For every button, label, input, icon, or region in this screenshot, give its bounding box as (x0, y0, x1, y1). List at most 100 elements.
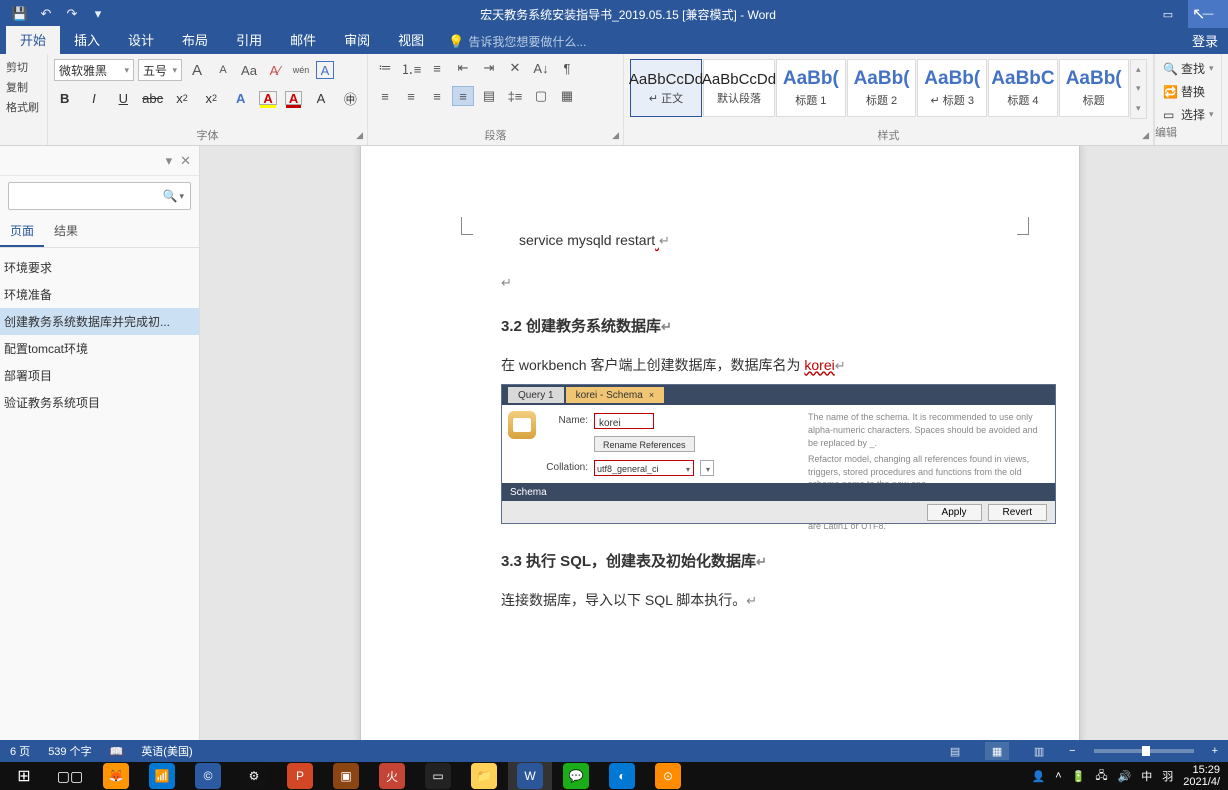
char-border-button[interactable]: A (316, 61, 334, 79)
nav-item[interactable]: 验证教务系统项目 (0, 389, 199, 416)
style-default-para[interactable]: AaBbCcDd默认段落 (703, 59, 775, 117)
tab-layout[interactable]: 布局 (168, 26, 222, 54)
strike-button[interactable]: abc (142, 89, 163, 107)
distribute-button[interactable]: ▤ (478, 86, 500, 106)
search-dropdown-icon[interactable]: ▾ (179, 191, 184, 202)
document-page[interactable]: service mysqld restart ↵ ↵ 3.2 创建教务系统数据库… (360, 146, 1080, 740)
volume-icon[interactable]: 🔊 (1118, 770, 1132, 783)
multilevel-button[interactable]: ≡ (426, 58, 448, 78)
tab-references[interactable]: 引用 (222, 26, 276, 54)
shrink-font-button[interactable]: A (212, 59, 234, 81)
doc-paragraph[interactable]: 在 workbench 客户端上创建数据库，数据库名为 korei↵ (501, 352, 1019, 379)
tab-insert[interactable]: 插入 (60, 26, 114, 54)
nav-close-icon[interactable]: ✕ (180, 153, 191, 169)
font-size-combo[interactable]: 五号▾ (138, 59, 182, 81)
highlight-color-button[interactable]: A (259, 91, 277, 105)
nav-tab-pages[interactable]: 页面 (0, 216, 44, 247)
paragraph-dialog-launcher[interactable]: ◢ (612, 130, 619, 141)
doc-heading-3-3[interactable]: 3.3 执行 SQL，创建表及初始化数据库↵ (501, 548, 1019, 577)
doc-paragraph[interactable]: 连接数据库，导入以下 SQL 脚本执行。↵ (501, 587, 1019, 614)
doc-line[interactable]: service mysqld restart ↵ (519, 227, 1019, 255)
format-painter-button[interactable]: 格式刷 (6, 97, 41, 117)
ime-lang[interactable]: 中 (1141, 768, 1152, 784)
styles-scroll[interactable]: ▴▾▾ (1130, 59, 1147, 119)
document-body[interactable]: service mysqld restart ↵ ↵ 3.2 创建教务系统数据库… (501, 227, 1019, 614)
nav-item[interactable]: 环境准备 (0, 281, 199, 308)
page-count[interactable]: 6 页 (10, 743, 30, 759)
tab-home[interactable]: 开始 (6, 26, 60, 54)
app-icon-3[interactable]: ▣ (324, 762, 368, 790)
increase-indent-button[interactable]: ⇥ (478, 58, 500, 78)
tab-review[interactable]: 审阅 (330, 26, 384, 54)
text-effects-button[interactable]: A (230, 89, 251, 107)
nav-item[interactable]: 创建教务系统数据库并完成初... (0, 308, 199, 335)
save-icon[interactable]: 💾 (10, 4, 30, 24)
rss-icon[interactable]: 📶 (140, 762, 184, 790)
start-button[interactable]: ⊞ (2, 762, 46, 790)
terminal-icon[interactable]: ▭ (416, 762, 460, 790)
copy-button[interactable]: 复制 (6, 77, 41, 97)
numbering-button[interactable]: ⒈≡ (400, 58, 422, 78)
login-link[interactable]: 登录 (1192, 31, 1218, 50)
find-button[interactable]: 🔍查找▾ (1163, 57, 1215, 80)
clear-format-button[interactable]: A⁄ (264, 59, 286, 81)
tab-view[interactable]: 视图 (384, 26, 438, 54)
font-name-combo[interactable]: 微软雅黑▾ (54, 59, 134, 81)
enclose-char-button[interactable]: ㊥ (340, 89, 361, 107)
bullets-button[interactable]: ≔ (374, 58, 396, 78)
battery-icon[interactable]: 🔋 (1072, 770, 1086, 783)
phonetic-guide-button[interactable]: wén (290, 59, 312, 81)
firefox-icon[interactable]: 🦊 (94, 762, 138, 790)
network-icon[interactable]: 🖧 (1095, 767, 1107, 786)
zoom-out-button[interactable]: − (1069, 745, 1075, 757)
borders-button[interactable]: ▦ (556, 86, 578, 106)
change-case-button[interactable]: Aa (238, 59, 260, 81)
doc-empty-line[interactable]: ↵ (501, 269, 1019, 296)
style-normal[interactable]: AaBbCcDd↵ 正文 (630, 59, 702, 117)
people-icon[interactable]: 👤 (1031, 770, 1045, 783)
zoom-slider[interactable] (1094, 749, 1194, 753)
app-icon-6[interactable]: ◐ (600, 762, 644, 790)
nav-dropdown-icon[interactable]: ▾ (166, 153, 173, 169)
nav-item[interactable]: 环境要求 (0, 254, 199, 281)
nav-tab-results[interactable]: 结果 (44, 216, 88, 247)
cut-button[interactable]: 剪切 (6, 57, 41, 77)
tab-mailings[interactable]: 邮件 (276, 26, 330, 54)
document-area[interactable]: service mysqld restart ↵ ↵ 3.2 创建教务系统数据库… (200, 146, 1228, 740)
app-icon-1[interactable]: © (186, 762, 230, 790)
align-justify-button[interactable]: ≡ (452, 86, 474, 106)
align-left-button[interactable]: ≡ (374, 86, 396, 106)
subscript-button[interactable]: x2 (171, 89, 192, 107)
redo-icon[interactable]: ↷ (62, 4, 82, 24)
superscript-button[interactable]: x2 (201, 89, 222, 107)
italic-button[interactable]: I (83, 89, 104, 107)
show-marks-button[interactable]: ¶ (556, 58, 578, 78)
bold-button[interactable]: B (54, 89, 75, 107)
font-dialog-launcher[interactable]: ◢ (356, 130, 363, 141)
style-heading4[interactable]: AaBbC标题 4 (988, 59, 1058, 117)
print-layout-button[interactable]: ▦ (985, 742, 1009, 760)
ime-mode[interactable]: 羽 (1162, 768, 1173, 784)
style-heading3[interactable]: AaBb(↵ 标题 3 (917, 59, 987, 117)
minimize-button[interactable]: — (1188, 0, 1228, 28)
word-count[interactable]: 539 个字 (48, 743, 91, 759)
nav-item[interactable]: 配置tomcat环境 (0, 335, 199, 362)
tell-me-search[interactable]: 💡 告诉我您想要做什么... (448, 33, 586, 54)
align-center-button[interactable]: ≡ (400, 86, 422, 106)
nav-item[interactable]: 部署项目 (0, 362, 199, 389)
grow-font-button[interactable]: A (186, 59, 208, 81)
app-icon-7[interactable]: ⊙ (646, 762, 690, 790)
font-color-button[interactable]: A (285, 91, 303, 105)
app-icon-2[interactable]: ⚙ (232, 762, 276, 790)
shading-button[interactable]: ▢ (530, 86, 552, 106)
sort-button[interactable]: A↓ (530, 58, 552, 78)
spellcheck-icon[interactable]: 📖 (110, 745, 124, 758)
style-heading2[interactable]: AaBb(标题 2 (847, 59, 917, 117)
align-right-button[interactable]: ≡ (426, 86, 448, 106)
powerpoint-icon[interactable]: P (278, 762, 322, 790)
ribbon-options-icon[interactable]: ▭ (1148, 0, 1188, 28)
char-shading-button[interactable]: A (310, 89, 331, 107)
underline-button[interactable]: U (113, 89, 134, 107)
zoom-in-button[interactable]: + (1212, 745, 1218, 757)
tray-chevron-icon[interactable]: ˄ (1055, 770, 1061, 782)
